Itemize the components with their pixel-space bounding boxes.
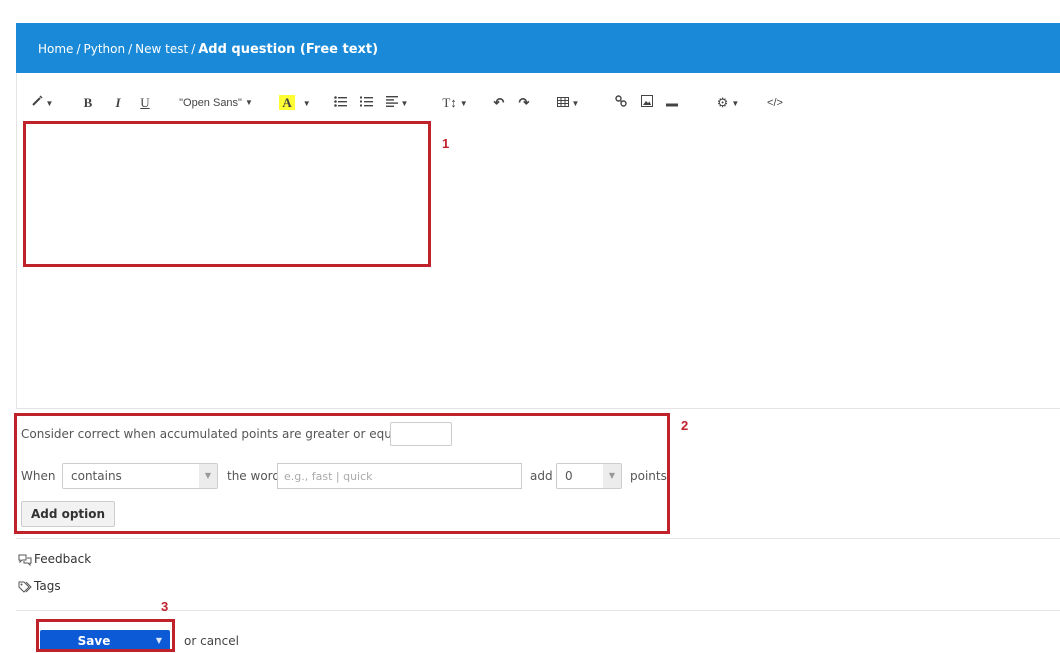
highlight-icon: A — [279, 95, 295, 110]
align-dropdown[interactable]: ▼ — [382, 93, 412, 113]
add-question-page: Home / Python / New test / Add question (Free … — [14, 10, 1060, 652]
annotation-label-1: 1 — [442, 136, 450, 151]
breadcrumb-new-test[interactable]: New test — [135, 42, 188, 56]
align-left-icon — [385, 96, 398, 107]
undo-button[interactable]: ↶ — [491, 93, 507, 113]
font-family-value: "Open Sans" — [179, 97, 242, 109]
tags-label: Tags — [34, 579, 61, 593]
highlight-color-dropdown[interactable]: A ▼ — [275, 93, 315, 113]
annotation-box-2 — [14, 413, 670, 534]
feedback-label: Feedback — [34, 552, 92, 566]
numbered-list-icon — [359, 96, 373, 107]
italic-button[interactable]: I — [110, 93, 126, 113]
font-size-dropdown[interactable]: T↕ ▼ — [438, 93, 472, 113]
tags-icon — [18, 581, 32, 593]
horizontal-rule-button[interactable] — [664, 93, 680, 113]
image-icon — [641, 95, 653, 107]
link-button[interactable] — [613, 93, 629, 113]
tags-link[interactable]: Tags — [18, 577, 61, 595]
editor-toolbar: ▼ B I U "Open Sans" ▼ A ▼ ▼ T↕ ▼ ↶ ↷ ▼ ⚙… — [17, 89, 817, 117]
annotation-label-3: 3 — [161, 599, 169, 614]
redo-button[interactable]: ↷ — [516, 93, 532, 113]
breadcrumb-separator: / — [128, 42, 133, 56]
link-icon — [615, 95, 627, 107]
chevron-down-icon: ▼ — [244, 98, 253, 108]
settings-dropdown[interactable]: ⚙ ▼ — [711, 93, 745, 113]
horizontal-rule-icon — [666, 103, 678, 107]
breadcrumb: Home / Python / New test / Add question (Free … — [38, 38, 378, 57]
bullet-list-icon — [333, 96, 347, 107]
comments-icon — [18, 554, 32, 566]
chevron-down-icon: ▼ — [45, 99, 54, 109]
breadcrumb-separator: / — [191, 42, 196, 56]
gears-icon: ⚙ — [716, 95, 729, 110]
code-view-button[interactable]: </> — [765, 93, 785, 113]
bullet-list-button[interactable] — [331, 93, 349, 113]
feedback-link[interactable]: Feedback — [18, 550, 91, 568]
underline-button[interactable]: U — [137, 93, 153, 113]
chevron-down-icon: ▼ — [731, 99, 740, 109]
bold-button[interactable]: B — [80, 93, 96, 113]
redo-icon: ↷ — [518, 95, 530, 110]
table-icon — [556, 97, 569, 107]
table-dropdown[interactable]: ▼ — [552, 93, 584, 113]
annotation-label-2: 2 — [681, 418, 689, 433]
magic-wand-dropdown[interactable]: ▼ — [27, 93, 57, 113]
font-size-icon: T↕ — [442, 95, 457, 110]
numbered-list-button[interactable] — [357, 93, 375, 113]
font-family-dropdown[interactable]: "Open Sans" ▼ — [177, 93, 255, 113]
annotation-box-3 — [36, 619, 175, 652]
annotation-box-1 — [23, 121, 431, 267]
page-title: Add question (Free text) — [198, 42, 379, 57]
page-header: Home / Python / New test / Add question (Free … — [16, 23, 1060, 73]
breadcrumb-separator: / — [76, 42, 81, 56]
magic-wand-icon — [31, 95, 43, 106]
chevron-down-icon: ▼ — [571, 99, 580, 109]
chevron-down-icon: ▼ — [400, 99, 409, 109]
chevron-down-icon: ▼ — [459, 99, 468, 109]
undo-icon: ↶ — [493, 95, 505, 110]
breadcrumb-python[interactable]: Python — [83, 42, 125, 56]
image-button[interactable] — [639, 93, 655, 113]
chevron-down-icon: ▼ — [302, 99, 311, 109]
breadcrumb-home[interactable]: Home — [38, 42, 73, 56]
cancel-link[interactable]: or cancel — [184, 631, 239, 651]
code-icon: </> — [767, 97, 783, 109]
